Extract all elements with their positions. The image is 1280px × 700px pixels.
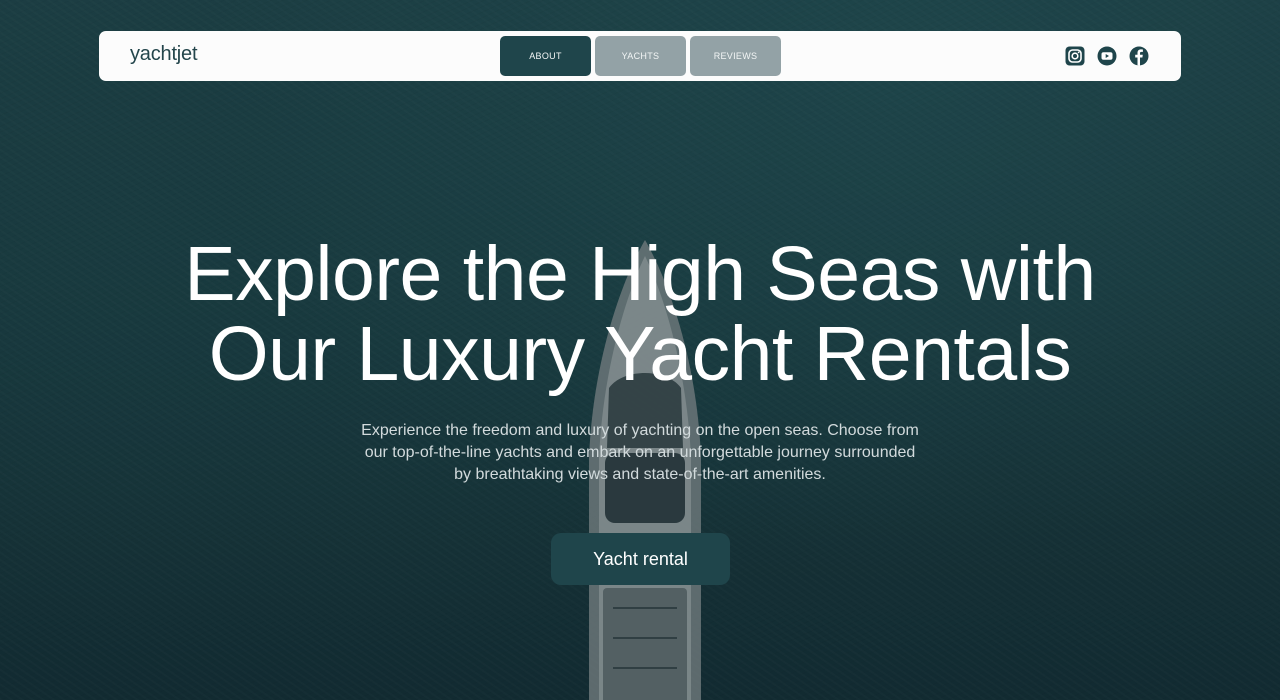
social-links (1065, 46, 1149, 66)
nav-tabs: ABOUT YACHTS REVIEWS (500, 36, 781, 76)
hero-subtitle-line-2: our top-of-the-line yachts and embark on… (364, 444, 916, 461)
hero-title: Explore the High Seas with Our Luxury Ya… (0, 234, 1280, 394)
tab-yachts[interactable]: YACHTS (595, 36, 686, 76)
navbar: yachtjet ABOUT YACHTS REVIEWS (99, 31, 1181, 81)
facebook-icon[interactable] (1129, 46, 1149, 66)
tab-about[interactable]: ABOUT (500, 36, 591, 76)
yacht-rental-button[interactable]: Yacht rental (551, 533, 730, 585)
brand-logo[interactable]: yachtjet (130, 43, 198, 66)
hero-subtitle-line-3: by breathtaking views and state-of-the-a… (454, 466, 826, 483)
hero-subtitle: Experience the freedom and luxury of yac… (340, 420, 940, 486)
instagram-icon[interactable] (1065, 46, 1085, 66)
hero-subtitle-line-1: Experience the freedom and luxury of yac… (361, 422, 919, 439)
tab-reviews[interactable]: REVIEWS (690, 36, 781, 76)
hero-title-line-1: Explore the High Seas with (184, 231, 1096, 317)
hero-title-line-2: Our Luxury Yacht Rentals (208, 311, 1072, 397)
youtube-icon[interactable] (1097, 46, 1117, 66)
